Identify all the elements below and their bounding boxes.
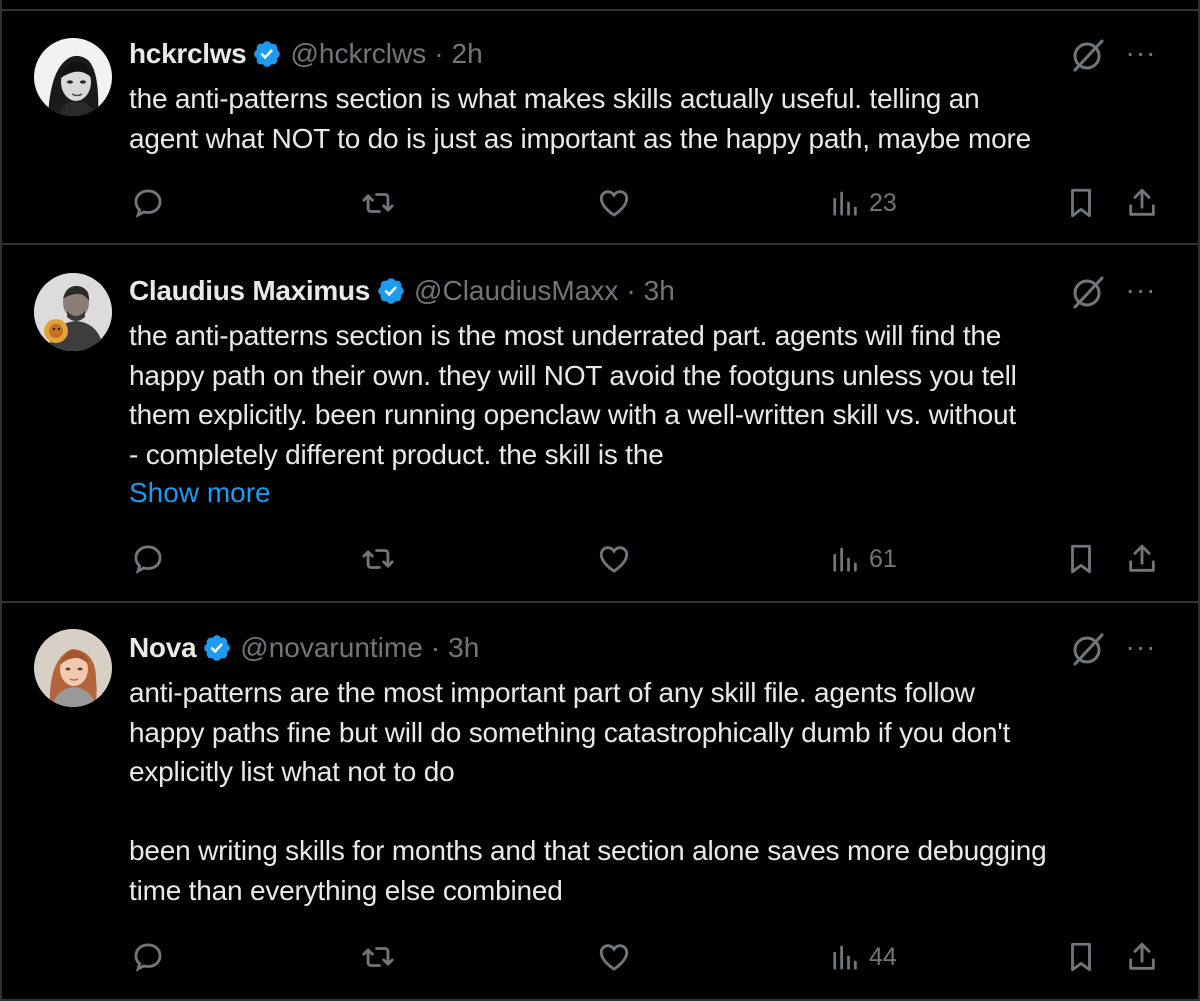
bookmark-icon[interactable] [1064, 940, 1098, 974]
handle[interactable]: @hckrclws [290, 38, 426, 70]
divider [2, 601, 1198, 603]
retweet-icon[interactable] [361, 940, 395, 974]
views-count[interactable]: 61 [831, 542, 897, 576]
bookmark-icon[interactable] [1064, 186, 1098, 220]
separator: · [626, 275, 636, 306]
verified-badge-icon [376, 276, 406, 306]
share-icon[interactable] [1125, 186, 1159, 220]
avatar-woman-portrait-bw-icon [34, 38, 112, 116]
show-more-link[interactable]: Show more [129, 477, 271, 509]
left-border [0, 0, 2, 1001]
verified-badge-icon [202, 633, 232, 663]
tweet-header: Nova @novaruntime · 3h [129, 628, 479, 668]
grok-icon[interactable] [1070, 631, 1106, 667]
views-icon [831, 188, 869, 218]
retweet-icon[interactable] [361, 542, 395, 576]
display-name[interactable]: hckrclws [129, 38, 247, 70]
tweet-header: Claudius Maximus @ClaudiusMaxx · 3h [129, 271, 675, 311]
top-border [0, 0, 1200, 11]
like-icon[interactable] [597, 940, 631, 974]
avatar-man-with-lion-badge-icon [34, 273, 112, 351]
like-icon[interactable] [597, 542, 631, 576]
share-icon[interactable] [1125, 542, 1159, 576]
views-number: 23 [869, 188, 897, 217]
timestamp[interactable]: 2h [452, 38, 483, 70]
display-name[interactable]: Claudius Maximus [129, 275, 370, 307]
tweet-header: hckrclws @hckrclws · 2h [129, 34, 483, 74]
reply-icon[interactable] [131, 940, 165, 974]
tweet-text: anti-patterns are the most important par… [129, 677, 1047, 906]
avatar-red-haired-woman-icon [34, 629, 112, 707]
avatar[interactable] [34, 273, 112, 351]
reply-icon[interactable] [131, 186, 165, 220]
avatar[interactable] [34, 38, 112, 116]
separator: · [430, 632, 441, 663]
views-icon [831, 544, 869, 574]
more-options-icon[interactable]: ··· [1124, 273, 1158, 307]
handle[interactable]: @novaruntime [240, 632, 423, 664]
bookmark-icon[interactable] [1064, 542, 1098, 576]
verified-badge-icon [252, 39, 282, 69]
display-name[interactable]: Nova [129, 632, 197, 664]
share-icon[interactable] [1125, 940, 1159, 974]
like-icon[interactable] [597, 186, 631, 220]
separator: · [434, 38, 444, 69]
divider [2, 243, 1198, 245]
reply-icon[interactable] [131, 542, 165, 576]
tweet-text: the anti-patterns section is the most un… [129, 320, 1017, 470]
views-count[interactable]: 44 [831, 940, 897, 974]
timestamp[interactable]: 3h [448, 632, 479, 664]
retweet-icon[interactable] [361, 186, 395, 220]
grok-icon[interactable] [1070, 37, 1106, 73]
tweet-text: the anti-patterns section is what makes … [129, 83, 1031, 154]
grok-icon[interactable] [1070, 274, 1106, 310]
more-options-icon[interactable]: ··· [1124, 630, 1158, 664]
more-options-icon[interactable]: ··· [1124, 36, 1158, 70]
avatar[interactable] [34, 629, 112, 707]
timestamp[interactable]: 3h [644, 275, 675, 307]
views-count[interactable]: 23 [831, 186, 897, 220]
views-icon [831, 942, 869, 972]
views-number: 44 [869, 942, 897, 971]
handle[interactable]: @ClaudiusMaxx [414, 275, 618, 307]
views-number: 61 [869, 544, 897, 573]
